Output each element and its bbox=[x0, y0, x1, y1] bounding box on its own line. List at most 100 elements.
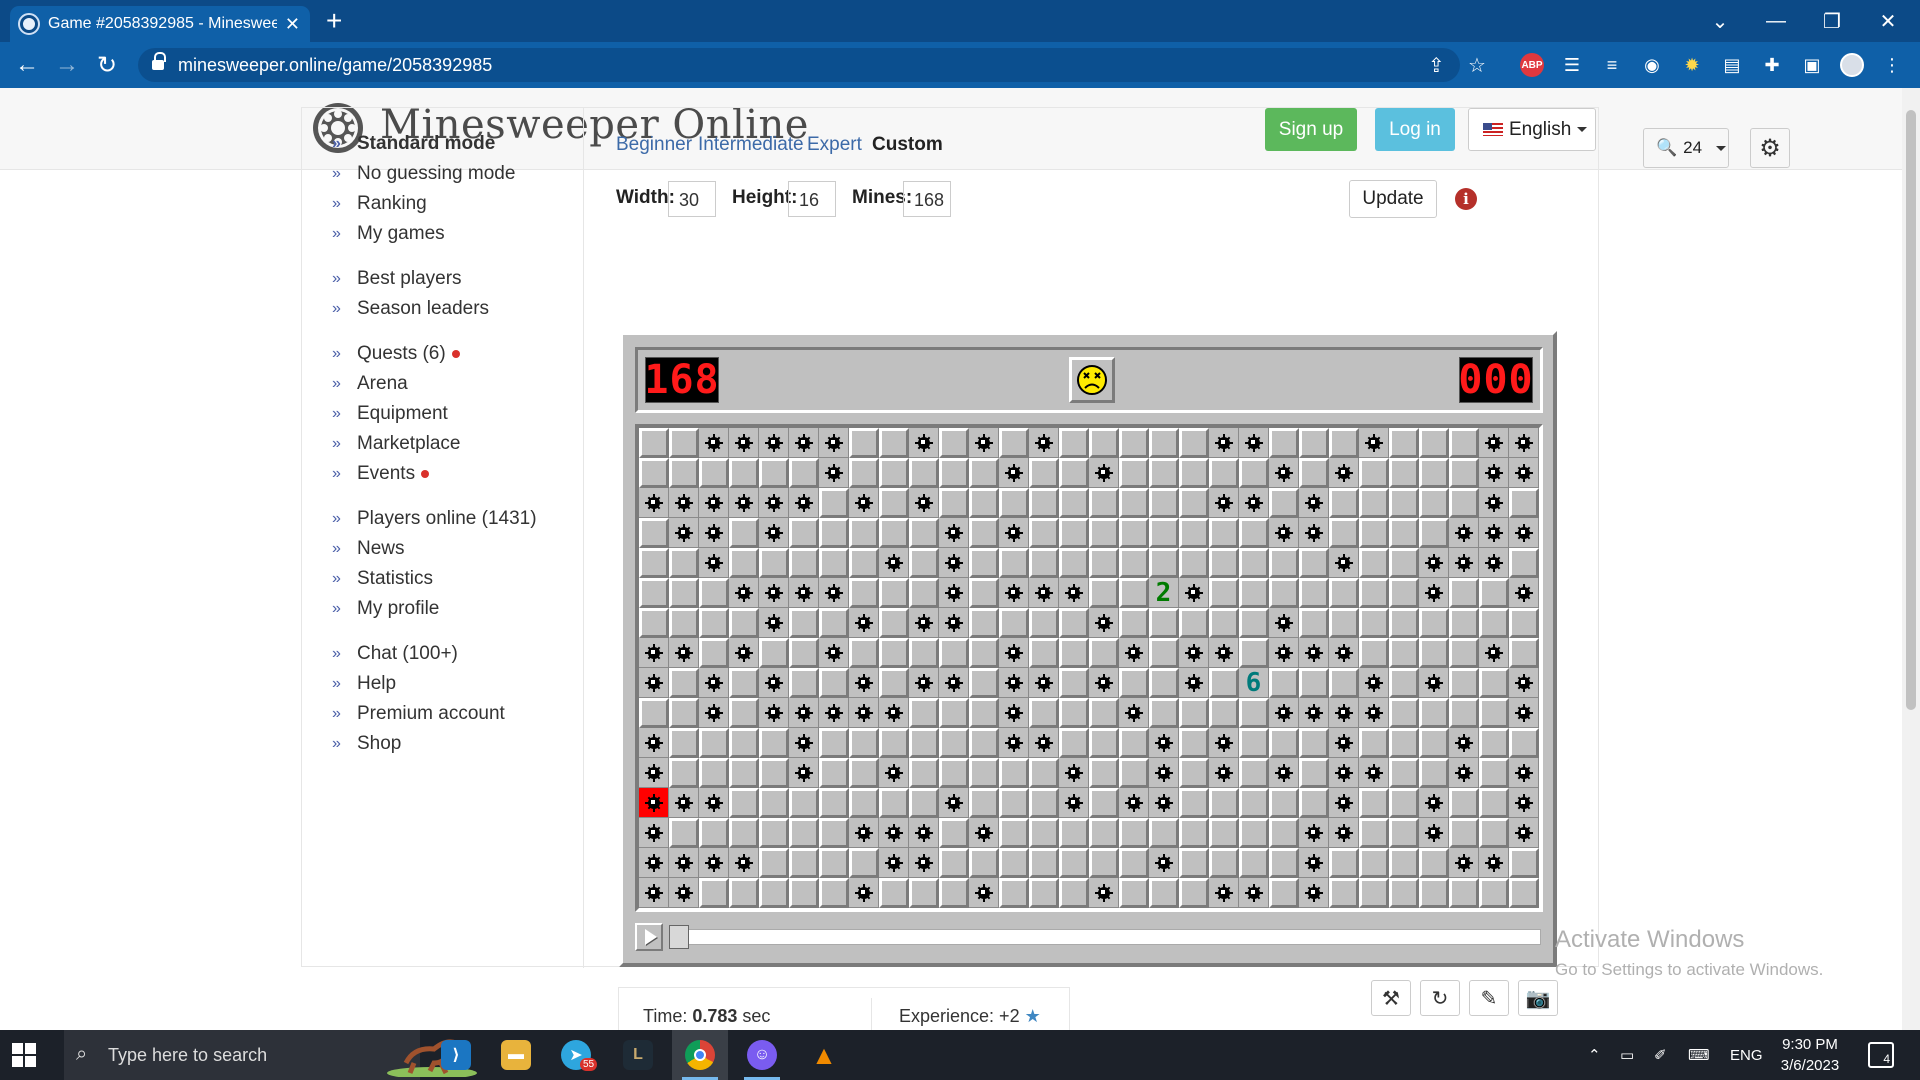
unopened-cell[interactable] bbox=[1089, 758, 1119, 788]
unopened-cell[interactable] bbox=[1059, 518, 1089, 548]
unopened-cell[interactable] bbox=[1479, 818, 1509, 848]
mine-cell[interactable] bbox=[819, 458, 849, 488]
mine-cell[interactable] bbox=[1359, 668, 1389, 698]
mine-cell[interactable] bbox=[1509, 788, 1539, 818]
mine-cell[interactable] bbox=[819, 638, 849, 668]
unopened-cell[interactable] bbox=[939, 848, 969, 878]
unopened-cell[interactable] bbox=[1419, 728, 1449, 758]
mine-cell[interactable] bbox=[729, 578, 759, 608]
unopened-cell[interactable] bbox=[1299, 458, 1329, 488]
unopened-cell[interactable] bbox=[789, 788, 819, 818]
unopened-cell[interactable] bbox=[849, 428, 879, 458]
unopened-cell[interactable] bbox=[1389, 458, 1419, 488]
sidebar-item-marketplace[interactable]: » Marketplace bbox=[332, 433, 461, 455]
sidebar-item-season-leaders[interactable]: » Season leaders bbox=[332, 298, 489, 320]
mine-cell[interactable] bbox=[639, 488, 669, 518]
unopened-cell[interactable] bbox=[759, 878, 789, 908]
mine-cell[interactable] bbox=[1119, 698, 1149, 728]
taskbar-league-app[interactable]: L bbox=[610, 1030, 666, 1080]
mine-cell[interactable] bbox=[849, 608, 879, 638]
mine-cell[interactable] bbox=[1449, 548, 1479, 578]
mine-cell[interactable] bbox=[999, 698, 1029, 728]
mine-cell[interactable] bbox=[1179, 638, 1209, 668]
unopened-cell[interactable] bbox=[1479, 608, 1509, 638]
unopened-cell[interactable] bbox=[1419, 758, 1449, 788]
unopened-cell[interactable] bbox=[1239, 788, 1269, 818]
mine-cell[interactable] bbox=[879, 818, 909, 848]
unopened-cell[interactable] bbox=[819, 518, 849, 548]
unopened-cell[interactable] bbox=[1389, 608, 1419, 638]
unopened-cell[interactable] bbox=[1449, 608, 1479, 638]
unopened-cell[interactable] bbox=[759, 818, 789, 848]
unopened-cell[interactable] bbox=[1029, 638, 1059, 668]
mine-cell[interactable] bbox=[1329, 638, 1359, 668]
level-expert-link[interactable]: Expert bbox=[807, 134, 862, 156]
unopened-cell[interactable] bbox=[1509, 848, 1539, 878]
mine-cell[interactable] bbox=[669, 518, 699, 548]
mine-cell[interactable] bbox=[999, 518, 1029, 548]
mine-cell[interactable] bbox=[1209, 758, 1239, 788]
unopened-cell[interactable] bbox=[669, 428, 699, 458]
unopened-cell[interactable] bbox=[789, 518, 819, 548]
mine-cell[interactable] bbox=[1329, 788, 1359, 818]
mine-cell[interactable] bbox=[1359, 758, 1389, 788]
minimize-button[interactable]: — bbox=[1748, 0, 1804, 42]
unopened-cell[interactable] bbox=[669, 728, 699, 758]
mine-cell[interactable] bbox=[1509, 698, 1539, 728]
sidebar-item-my-profile[interactable]: » My profile bbox=[332, 598, 439, 620]
unopened-cell[interactable] bbox=[1179, 788, 1209, 818]
unopened-cell[interactable] bbox=[1179, 458, 1209, 488]
mine-cell[interactable] bbox=[1449, 728, 1479, 758]
mine-cell[interactable] bbox=[639, 668, 669, 698]
mine-cell[interactable] bbox=[1299, 638, 1329, 668]
mine-cell[interactable] bbox=[1059, 788, 1089, 818]
unopened-cell[interactable] bbox=[699, 728, 729, 758]
mine-cell[interactable] bbox=[1029, 668, 1059, 698]
unopened-cell[interactable] bbox=[969, 518, 999, 548]
unopened-cell[interactable] bbox=[969, 758, 999, 788]
unopened-cell[interactable] bbox=[669, 668, 699, 698]
level-beginner-link[interactable]: Beginner bbox=[616, 134, 692, 156]
share-icon[interactable]: ⇪ bbox=[1428, 53, 1445, 78]
mines-input[interactable]: 168 bbox=[903, 181, 951, 217]
taskbar-search[interactable]: ⌕ Type here to search bbox=[64, 1030, 477, 1080]
unopened-cell[interactable] bbox=[909, 548, 939, 578]
replay-slider-thumb[interactable] bbox=[669, 925, 689, 949]
unopened-cell[interactable] bbox=[849, 578, 879, 608]
unopened-cell[interactable] bbox=[1419, 848, 1449, 878]
sidebar-item-premium-account[interactable]: » Premium account bbox=[332, 703, 505, 725]
unopened-cell[interactable] bbox=[1179, 488, 1209, 518]
unopened-cell[interactable] bbox=[1059, 548, 1089, 578]
back-button[interactable]: ← bbox=[12, 50, 42, 80]
unopened-cell[interactable] bbox=[1119, 458, 1149, 488]
mine-cell[interactable] bbox=[1119, 788, 1149, 818]
tab-close-icon[interactable]: ✕ bbox=[285, 14, 300, 35]
unopened-cell[interactable] bbox=[729, 788, 759, 818]
print-icon[interactable]: ▤ bbox=[1720, 53, 1744, 77]
unopened-cell[interactable] bbox=[639, 608, 669, 638]
mine-cell[interactable] bbox=[1479, 428, 1509, 458]
mine-cell[interactable] bbox=[1209, 878, 1239, 908]
unopened-cell[interactable] bbox=[849, 518, 879, 548]
unopened-cell[interactable] bbox=[699, 578, 729, 608]
extensions-puzzle-icon[interactable]: ✚ bbox=[1760, 53, 1784, 77]
mine-cell[interactable] bbox=[759, 668, 789, 698]
unopened-cell[interactable] bbox=[1389, 488, 1419, 518]
unopened-cell[interactable] bbox=[639, 698, 669, 728]
url-bar[interactable]: minesweeper.online/game/2058392985 ⇪ ☆ bbox=[138, 48, 1486, 82]
unopened-cell[interactable] bbox=[669, 548, 699, 578]
unopened-cell[interactable] bbox=[969, 458, 999, 488]
unopened-cell[interactable] bbox=[939, 638, 969, 668]
mine-cell[interactable] bbox=[849, 878, 879, 908]
mine-cell[interactable] bbox=[939, 578, 969, 608]
unopened-cell[interactable] bbox=[1059, 428, 1089, 458]
mine-cell[interactable] bbox=[699, 788, 729, 818]
mine-cell[interactable] bbox=[1359, 428, 1389, 458]
sidebar-item-ranking[interactable]: » Ranking bbox=[332, 193, 427, 215]
mine-cell[interactable] bbox=[1209, 728, 1239, 758]
mine-cell[interactable] bbox=[1509, 578, 1539, 608]
unopened-cell[interactable] bbox=[1149, 668, 1179, 698]
unopened-cell[interactable] bbox=[1389, 758, 1419, 788]
exploded-mine-cell[interactable] bbox=[639, 788, 669, 818]
tray-keyboard-icon[interactable]: ⌨ bbox=[1688, 1030, 1710, 1080]
